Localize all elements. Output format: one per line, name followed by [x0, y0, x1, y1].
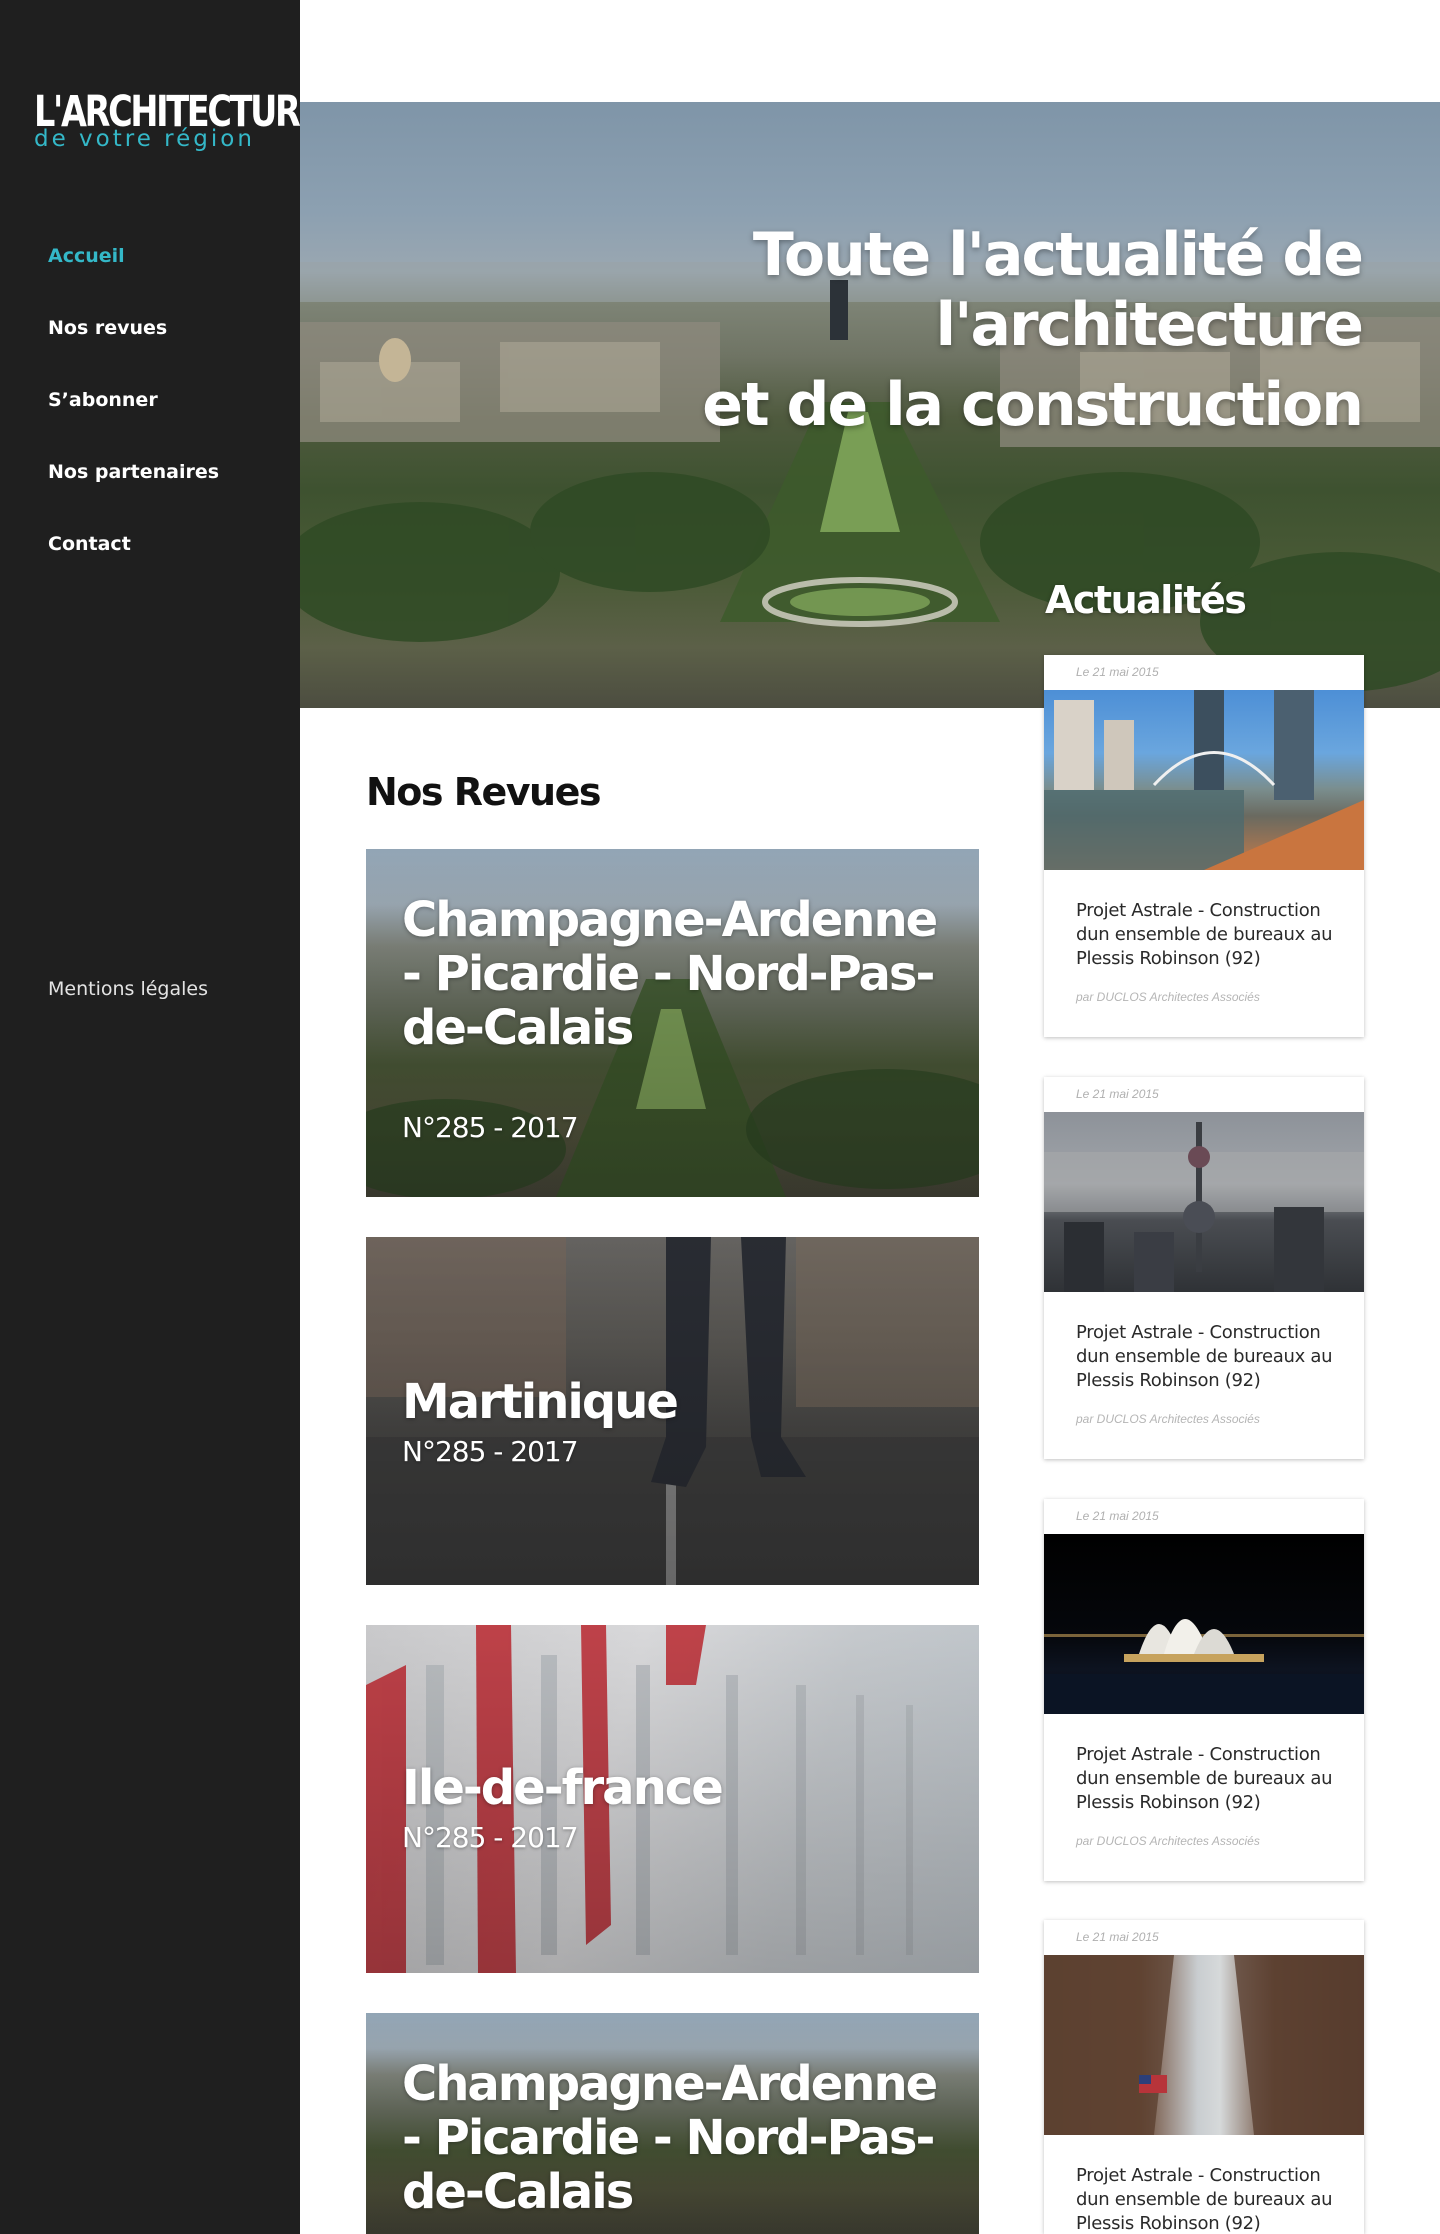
- news-image: [1044, 1955, 1364, 2135]
- main-nav: Accueil Nos revues S’abonner Nos partena…: [48, 238, 219, 598]
- news-image: [1044, 1534, 1364, 1714]
- news-image: [1044, 1112, 1364, 1292]
- news-skyline-image: [1044, 1122, 1364, 1292]
- nav-item-sabonner: S’abonner: [48, 382, 219, 454]
- nav-item-nos-partenaires: Nos partenaires: [48, 454, 219, 526]
- news-author: par DUCLOS Architectes Associés: [1076, 1834, 1260, 1848]
- revue-card-champagne-2[interactable]: Champagne-Ardenne - Picardie - Nord-Pas-…: [366, 2013, 979, 2234]
- revue-title: Champagne-Ardenne - Picardie - Nord-Pas-…: [402, 892, 938, 1056]
- news-card[interactable]: Le 21 mai 2015 Projet Astrale - Construc…: [1044, 655, 1364, 1037]
- nos-revues-heading: Nos Revues: [366, 770, 602, 814]
- news-opera-image: [1044, 1619, 1364, 1714]
- sidebar: L'ARCHITECTURE de votre région Accueil N…: [0, 0, 321, 2234]
- news-title: Projet Astrale - Construction dun ensemb…: [1076, 900, 1333, 969]
- logo-main-text: L'ARCHITECTURE: [34, 87, 321, 137]
- revue-title: Ile-de-france: [402, 1760, 724, 1816]
- revue-title: Martinique: [402, 1374, 679, 1430]
- nav-link-contact[interactable]: Contact: [48, 526, 131, 562]
- nav-link-sabonner[interactable]: S’abonner: [48, 382, 158, 418]
- nav-item-accueil: Accueil: [48, 238, 219, 310]
- nav-link-nos-partenaires[interactable]: Nos partenaires: [48, 454, 219, 490]
- news-title: Projet Astrale - Construction dun ensemb…: [1076, 1322, 1333, 1391]
- site-logo[interactable]: L'ARCHITECTURE de votre région: [34, 87, 321, 156]
- nav-item-contact: Contact: [48, 526, 219, 598]
- revue-number: N°285 - 2017: [402, 1821, 579, 1854]
- news-title: Projet Astrale - Construction dun ensemb…: [1076, 1744, 1333, 1813]
- mentions-legales-link[interactable]: Mentions légales: [48, 978, 208, 1000]
- revue-card-martinique[interactable]: Martinique N°285 - 2017: [366, 1237, 979, 1585]
- news-card[interactable]: Le 21 mai 2015 Projet Astrale - Construc…: [1044, 1499, 1364, 1881]
- news-author: par DUCLOS Architectes Associés: [1076, 990, 1260, 1004]
- news-card[interactable]: Le 21 mai 2015 Projet Astrale - Construc…: [1044, 1077, 1364, 1459]
- news-street-image: [1044, 1955, 1364, 2135]
- revue-card-ile-de-france[interactable]: Ile-de-france N°285 - 2017: [366, 1625, 979, 1973]
- news-date: Le 21 mai 2015: [1076, 1509, 1159, 1523]
- news-author: par DUCLOS Architectes Associés: [1076, 1412, 1260, 1426]
- revue-card-champagne[interactable]: Champagne-Ardenne - Picardie - Nord-Pas-…: [366, 849, 979, 1197]
- actualites-heading: Actualités: [1045, 578, 1247, 622]
- news-card[interactable]: Le 21 mai 2015 Projet Astrale - Construc…: [1044, 1920, 1364, 2234]
- hero-title-line-2: et de la construction: [702, 370, 1364, 440]
- news-date: Le 21 mai 2015: [1076, 665, 1159, 679]
- hero-banner: Toute l'actualité de l'architecture et d…: [300, 102, 1440, 708]
- nav-link-nos-revues[interactable]: Nos revues: [48, 310, 167, 346]
- hero-title-line-1: Toute l'actualité de l'architecture: [752, 220, 1364, 360]
- revue-number: N°285 - 2017: [402, 1111, 579, 1144]
- revue-title: Champagne-Ardenne - Picardie - Nord-Pas-…: [402, 2056, 938, 2220]
- news-image: [1044, 690, 1364, 870]
- news-date: Le 21 mai 2015: [1076, 1930, 1159, 1944]
- nav-item-nos-revues: Nos revues: [48, 310, 219, 382]
- news-title: Projet Astrale - Construction dun ensemb…: [1076, 2165, 1333, 2234]
- nav-link-accueil[interactable]: Accueil: [48, 238, 125, 274]
- news-date: Le 21 mai 2015: [1076, 1087, 1159, 1101]
- revue-number: N°285 - 2017: [402, 1435, 579, 1468]
- news-river-image: [1044, 690, 1364, 870]
